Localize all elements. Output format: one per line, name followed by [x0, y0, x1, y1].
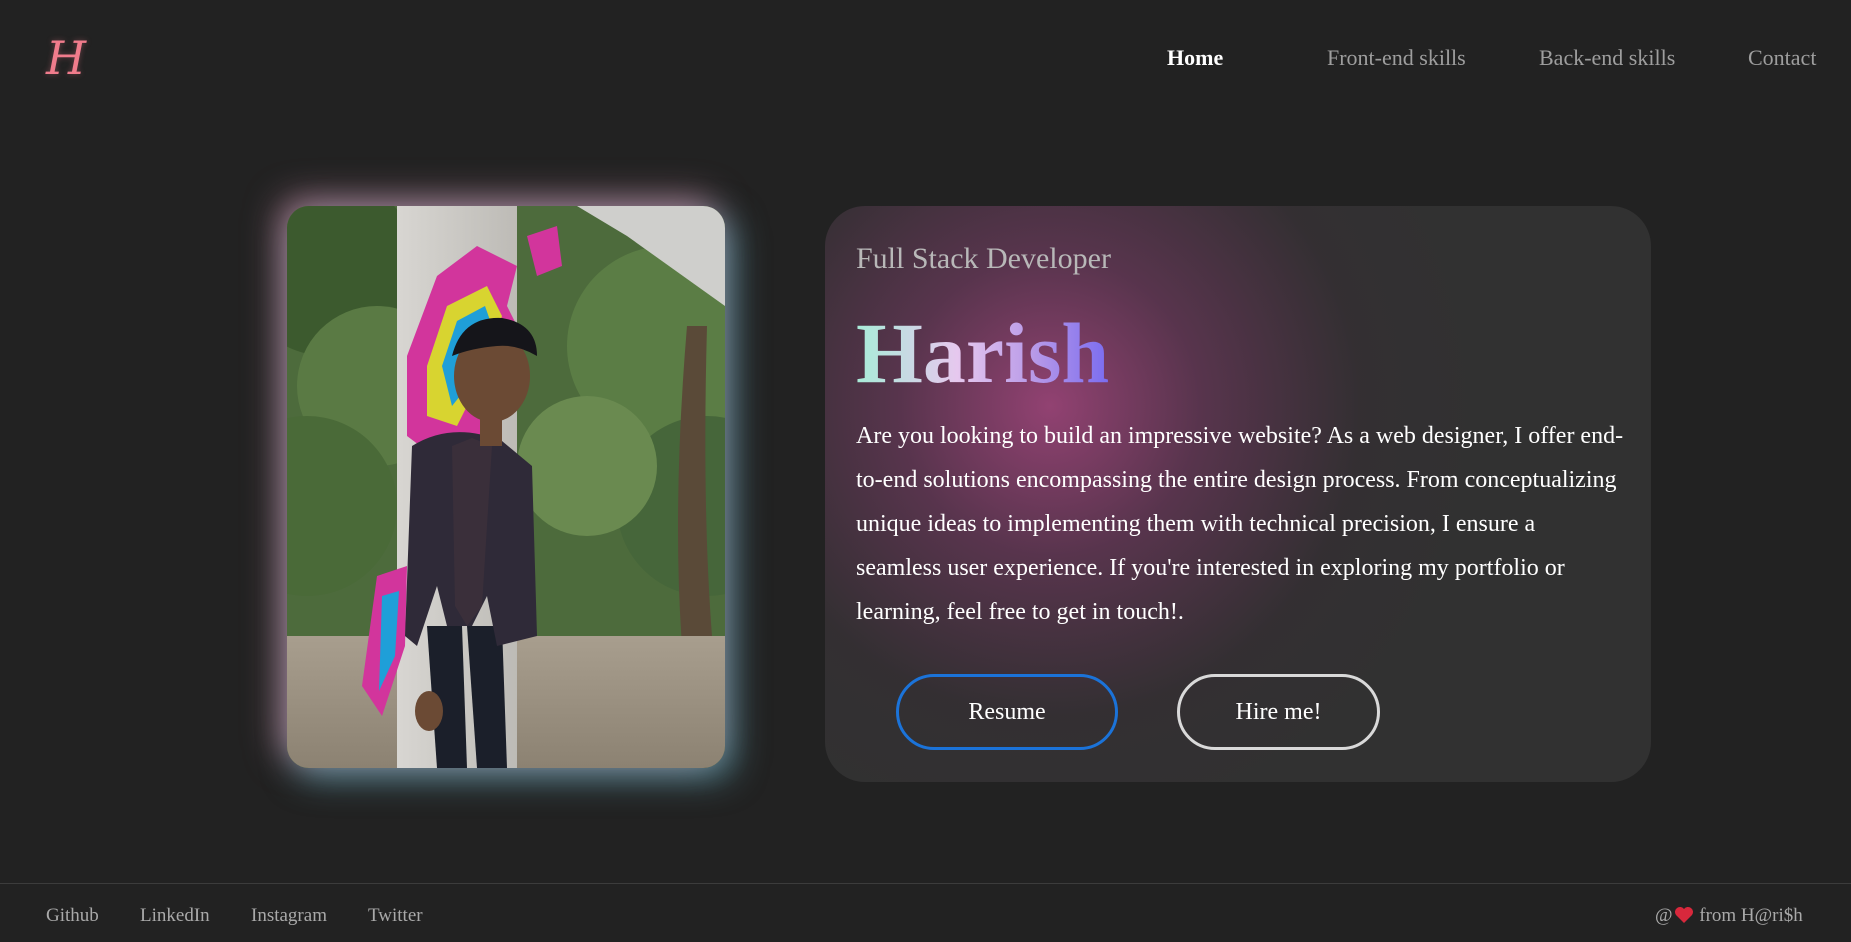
hero-name: Harish: [856, 305, 1110, 401]
nav-front-end-skills-link[interactable]: Front-end skills: [1327, 44, 1466, 72]
profile-photo: [287, 206, 725, 768]
nav-contact-link[interactable]: Contact: [1748, 44, 1816, 72]
hire-me-button[interactable]: Hire me!: [1177, 674, 1380, 750]
credit-text: from H@ri$h: [1699, 905, 1803, 926]
intro-card: Full Stack Developer Harish Are you look…: [825, 206, 1651, 782]
footer-twitter-link[interactable]: Twitter: [368, 904, 423, 928]
intro-description: Are you looking to build an impressive w…: [856, 423, 1624, 625]
job-title: Full Stack Developer: [856, 242, 1111, 275]
resume-button[interactable]: Resume: [896, 674, 1118, 750]
logo[interactable]: H: [46, 30, 86, 86]
credit-prefix: @: [1655, 905, 1673, 926]
nav-back-end-skills-link[interactable]: Back-end skills: [1539, 44, 1675, 72]
footer-github-link[interactable]: Github: [46, 904, 99, 928]
nav-home-link[interactable]: Home: [1167, 44, 1223, 72]
site-header: H Home Front-end skills Back-end skills …: [0, 0, 1851, 115]
footer-credit: @ from H@ri$h: [1655, 904, 1803, 931]
site-footer: Github LinkedIn Instagram Twitter @ from…: [0, 883, 1851, 942]
footer-instagram-link[interactable]: Instagram: [251, 904, 327, 928]
footer-linkedin-link[interactable]: LinkedIn: [140, 904, 210, 928]
heart-icon: [1674, 906, 1694, 931]
